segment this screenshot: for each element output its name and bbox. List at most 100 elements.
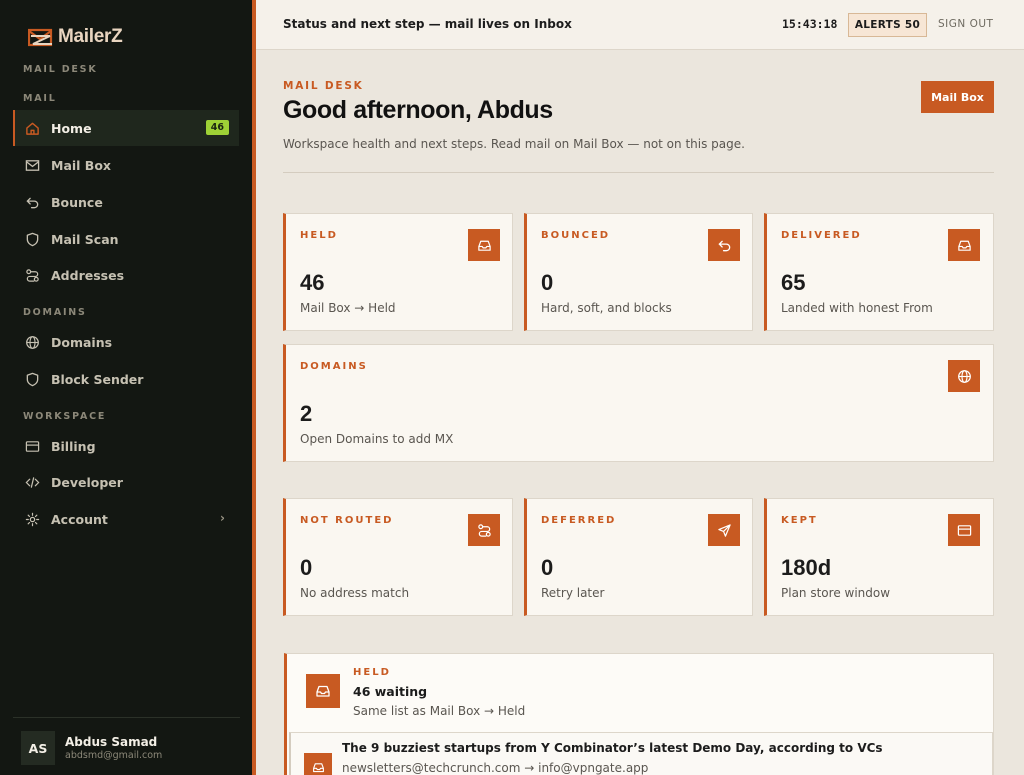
stat-desc: Retry later (541, 586, 605, 600)
avatar: AS (21, 731, 55, 765)
sidebar-item-mail-box[interactable]: Mail Box (13, 147, 239, 183)
alerts-button[interactable]: ALERTS 50 (848, 13, 927, 37)
logo-icon (27, 26, 54, 48)
sidebar-item-label: Mail Box (51, 157, 111, 173)
stat-label: NOT ROUTED (300, 515, 394, 526)
app-name: MailerZ (58, 26, 123, 47)
sidebar-divider (13, 717, 240, 718)
stat-label: KEPT (781, 515, 818, 526)
stat-card-domains[interactable]: DOMAINS 2 Open Domains to add MX (283, 344, 994, 462)
desk-label: MAIL DESK (23, 64, 98, 75)
inbox-icon (948, 229, 980, 261)
sidebar-item-home[interactable]: Home 46 (13, 110, 239, 146)
stat-card-held[interactable]: HELD 46 Mail Box → Held (283, 213, 513, 331)
stat-value: 65 (781, 270, 806, 295)
mail-box-button[interactable]: Mail Box (921, 81, 994, 113)
sidebar-item-label: Mail Scan (51, 231, 119, 247)
stat-value: 46 (300, 270, 325, 295)
page-title: Good afternoon, Abdus (283, 96, 553, 124)
sidebar-item-account[interactable]: Account › (13, 501, 239, 537)
held-desc: Same list as Mail Box → Held (353, 704, 526, 718)
globe-icon (948, 360, 980, 392)
stat-label: BOUNCED (541, 230, 611, 241)
shield-icon (24, 371, 40, 387)
bounce-icon (24, 194, 40, 210)
shield-icon (24, 231, 40, 247)
sidebar-item-label: Home (51, 120, 92, 136)
sidebar-item-bounce[interactable]: Bounce (13, 184, 239, 220)
sidebar-item-label: Domains (51, 334, 113, 350)
mail-icon (24, 157, 40, 173)
route-icon (468, 514, 500, 546)
stat-card-bounced[interactable]: BOUNCED 0 Hard, soft, and blocks (524, 213, 753, 331)
sign-out-link[interactable]: SIGN OUT (938, 18, 993, 30)
clock: 15:43:18 (782, 17, 838, 31)
bounce-icon (708, 229, 740, 261)
stat-label: HELD (300, 230, 338, 241)
code-icon (24, 474, 40, 490)
sidebar-item-label: Bounce (51, 194, 103, 210)
stat-desc: Hard, soft, and blocks (541, 301, 672, 315)
stat-label: DOMAINS (300, 361, 368, 372)
stat-value: 0 (541, 270, 554, 295)
sidebar: MailerZ MAIL DESK MAIL Home 46 Mail Box … (0, 0, 253, 775)
stat-desc: Open Domains to add MX (300, 432, 454, 446)
page-subtitle: Workspace health and next steps. Read ma… (283, 137, 745, 151)
stat-desc: Mail Box → Held (300, 301, 396, 315)
user-name: Abdus Samad (65, 735, 158, 749)
sidebar-item-label: Billing (51, 438, 96, 454)
stat-card-not-routed[interactable]: NOT ROUTED 0 No address match (283, 498, 513, 616)
sidebar-item-label: Account (51, 511, 108, 527)
stat-value: 0 (300, 555, 313, 580)
app-logo[interactable]: MailerZ (27, 26, 123, 48)
section-workspace: WORKSPACE (23, 411, 107, 422)
route-icon (24, 267, 40, 283)
sidebar-item-domains[interactable]: Domains (13, 324, 239, 360)
gear-icon (24, 511, 40, 527)
card-icon (24, 438, 40, 454)
stat-desc: Landed with honest From (781, 301, 933, 315)
status-text: Status and next step — mail lives on Inb… (283, 17, 572, 31)
inbox-icon (304, 753, 332, 775)
sidebar-accent-border (252, 0, 256, 775)
user-profile[interactable]: AS Abdus Samad abdsmd@gmail.com (21, 731, 162, 765)
held-label: HELD (353, 667, 391, 678)
section-mail: MAIL (23, 93, 57, 104)
stat-card-kept[interactable]: KEPT 180d Plan store window (764, 498, 994, 616)
stat-label: DEFERRED (541, 515, 617, 526)
page-eyebrow: MAIL DESK (283, 80, 364, 92)
section-domains: DOMAINS (23, 307, 87, 318)
stat-card-delivered[interactable]: DELIVERED 65 Landed with honest From (764, 213, 994, 331)
message-subject: The 9 buzziest startups from Y Combinato… (342, 741, 883, 755)
inbox-icon (306, 674, 340, 708)
stat-desc: Plan store window (781, 586, 891, 600)
held-panel: HELD 46 waiting Same list as Mail Box → … (284, 653, 994, 775)
header-divider (283, 172, 994, 173)
sidebar-item-addresses[interactable]: Addresses (13, 257, 239, 293)
chevron-right-icon: › (220, 511, 225, 525)
held-count: 46 waiting (353, 684, 428, 699)
sidebar-item-block-sender[interactable]: Block Sender (13, 361, 239, 397)
sidebar-item-mail-scan[interactable]: Mail Scan (13, 221, 239, 257)
stat-desc: No address match (300, 586, 410, 600)
stat-card-deferred[interactable]: DEFERRED 0 Retry later (524, 498, 753, 616)
list-item[interactable]: The 9 buzziest startups from Y Combinato… (289, 732, 993, 775)
globe-icon (24, 334, 40, 350)
user-email: abdsmd@gmail.com (65, 750, 163, 761)
top-bar: Status and next step — mail lives on Inb… (256, 0, 1024, 50)
stat-value: 2 (300, 401, 313, 426)
message-route: newsletters@techcrunch.com → info@vpngat… (342, 761, 649, 775)
sidebar-item-developer[interactable]: Developer (13, 464, 239, 500)
card-icon (948, 514, 980, 546)
home-count-badge: 46 (205, 120, 229, 135)
stat-value: 0 (541, 555, 554, 580)
send-icon (708, 514, 740, 546)
sidebar-item-label: Addresses (51, 267, 125, 283)
sidebar-item-label: Developer (51, 474, 123, 490)
sidebar-item-billing[interactable]: Billing (13, 428, 239, 464)
stat-value: 180d (781, 555, 832, 580)
inbox-icon (468, 229, 500, 261)
sidebar-item-label: Block Sender (51, 371, 144, 387)
stat-label: DELIVERED (781, 230, 862, 241)
home-icon (24, 120, 40, 136)
